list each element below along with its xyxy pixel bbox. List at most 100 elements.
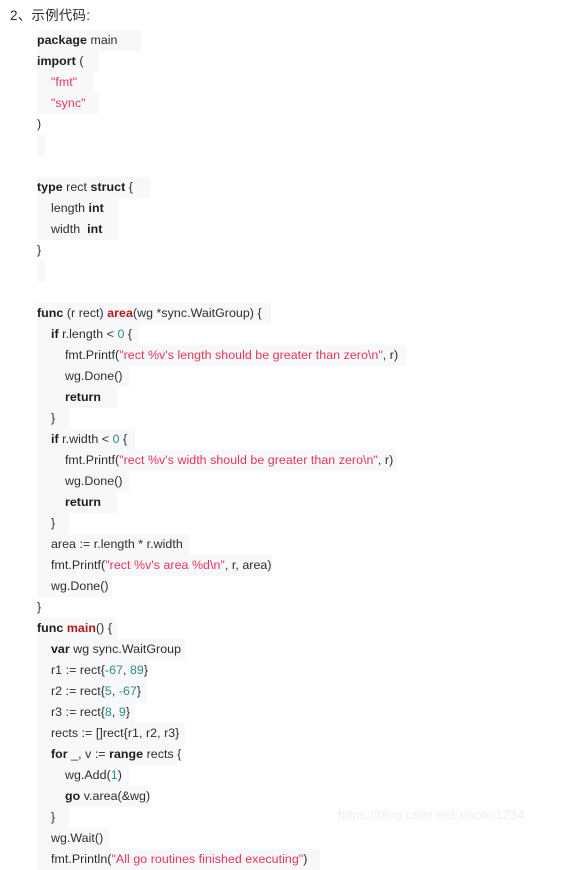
code-token-pln: fmt.Println( [37, 852, 112, 866]
code-line: fmt.Println("All go routines finished ex… [37, 849, 557, 870]
code-token-pln [37, 495, 65, 509]
code-token-pln: wg.Done() [37, 369, 123, 383]
code-token-punc: } [125, 705, 131, 719]
code-token-pln [37, 789, 65, 803]
code-token-kw: import [37, 54, 76, 68]
code-token-kw: type [37, 180, 63, 194]
code-token-pln: fmt.Printf( [37, 348, 120, 362]
code-line: r3 := rect{8, 9} [37, 702, 557, 723]
code-line: func (r rect) area(wg *sync.WaitGroup) { [37, 303, 557, 324]
code-token-pln: area := r.length * r.width [37, 537, 183, 551]
code-token-fn: area [107, 306, 133, 320]
code-token-punc: () { [95, 621, 113, 635]
code-token-kw: return [64, 390, 102, 404]
code-token-pln: width [37, 222, 88, 236]
page-root: 2、示例代码: package main import ( "fmt" "sync… [0, 0, 578, 870]
code-line: area := r.length * r.width [37, 534, 557, 555]
code-line: r1 := rect{-67, 89} [37, 660, 557, 681]
code-token-punc: ) [117, 768, 122, 782]
code-token-pln: wg.Done() [37, 474, 123, 488]
code-token-pln: r3 := rect{ [37, 705, 105, 719]
code-token-punc: ) [303, 852, 308, 866]
code-line-text: return [37, 387, 101, 408]
code-line-text: go v.area(&wg) [37, 786, 150, 807]
code-line-text: fmt.Printf("rect %v's area %d\n", r, are… [37, 555, 272, 576]
code-token-pln [37, 747, 51, 761]
code-line: wg.Done() [37, 366, 557, 387]
code-line-text: ) [37, 114, 41, 135]
code-line-text: width int [37, 219, 102, 240]
code-line-text: fmt.Printf("rect %v's length should be g… [37, 345, 398, 366]
code-line: return [37, 492, 557, 513]
code-line-text: } [37, 240, 41, 261]
code-token-pln: (r rect) [63, 306, 108, 320]
code-token-pln: , r) [377, 453, 394, 467]
code-line: } [37, 408, 557, 429]
code-line-text: for _, v := range rects { [37, 744, 181, 765]
code-token-kw: return [64, 495, 102, 509]
code-line: fmt.Printf("rect %v's area %d\n", r, are… [37, 555, 557, 576]
code-line: fmt.Printf("rect %v's length should be g… [37, 345, 557, 366]
code-token-pln: wg sync.WaitGroup [69, 642, 182, 656]
code-token-pln [37, 642, 51, 656]
code-token-kw: for [50, 747, 68, 761]
code-line-text: length int [37, 198, 104, 219]
code-token-pln: r.length < [58, 327, 118, 341]
code-line-text: wg.Done() [37, 471, 123, 492]
code-token-num: 0 [112, 432, 120, 446]
code-line: wg.Wait() [37, 828, 557, 849]
code-line-text: return [37, 492, 101, 513]
code-token-pln [37, 96, 51, 110]
code-token-punc: { [125, 180, 133, 194]
code-line-text: wg.Add(1) [37, 765, 122, 786]
code-token-pln: rect [62, 180, 91, 194]
code-line: wg.Add(1) [37, 765, 557, 786]
code-token-num: 1 [110, 768, 118, 782]
code-token-kw: func [37, 306, 64, 320]
code-line-text: fmt.Println("All go routines finished ex… [37, 849, 307, 870]
code-line: for _, v := range rects { [37, 744, 557, 765]
code-token-num: 5 [104, 684, 112, 698]
code-token-str: "rect %v's area %d\n" [105, 558, 225, 572]
code-token-punc: } [37, 600, 42, 614]
code-token-kw: struct [90, 180, 126, 194]
code-line-text: wg.Done() [37, 576, 109, 597]
code-token-pln: v.area(&wg) [80, 789, 151, 803]
code-token-str: "sync" [50, 96, 86, 110]
code-token-punc: ( [75, 54, 84, 68]
code-token-punc: { [119, 432, 128, 446]
code-line: package main [37, 30, 557, 51]
code-line-text: if r.width < 0 { [37, 429, 127, 450]
watermark: https://blog.csdn.net/xiaotai1234 [338, 807, 525, 822]
code-line-text: func (r rect) area(wg *sync.WaitGroup) { [37, 303, 262, 324]
code-line: "sync" [37, 93, 557, 114]
code-token-pln: wg.Add( [37, 768, 111, 782]
code-token-punc: } [37, 516, 56, 530]
code-line-text: "fmt" [37, 72, 77, 93]
code-token-pln: , r) [382, 348, 399, 362]
code-token-pln: , [111, 705, 119, 719]
code-token-pln: , [111, 684, 119, 698]
code-token-punc: } [37, 411, 56, 425]
code-line: rects := []rect{r1, r2, r3} [37, 723, 557, 744]
code-token-kw: func [37, 621, 64, 635]
code-token-pln: main [86, 33, 118, 47]
code-line-text: fmt.Printf("rect %v's width should be gr… [37, 450, 393, 471]
code-line-text: area := r.length * r.width [37, 534, 183, 555]
code-token-kw: go [64, 789, 81, 803]
code-token-kw: int [87, 222, 103, 236]
code-token-pln: , [122, 663, 130, 677]
code-token-pln: fmt.Printf( [37, 453, 120, 467]
code-line-text: r3 := rect{8, 9} [37, 702, 130, 723]
code-token-num: -67 [104, 663, 123, 677]
code-line [37, 135, 557, 156]
code-line-text: } [37, 807, 55, 828]
code-line: go v.area(&wg) [37, 786, 557, 807]
code-line: width int [37, 219, 557, 240]
code-line-text: } [37, 513, 55, 534]
code-line-text: "sync" [37, 93, 86, 114]
code-token-pln: , r, area) [224, 558, 272, 572]
code-token-pln: length [37, 201, 89, 215]
